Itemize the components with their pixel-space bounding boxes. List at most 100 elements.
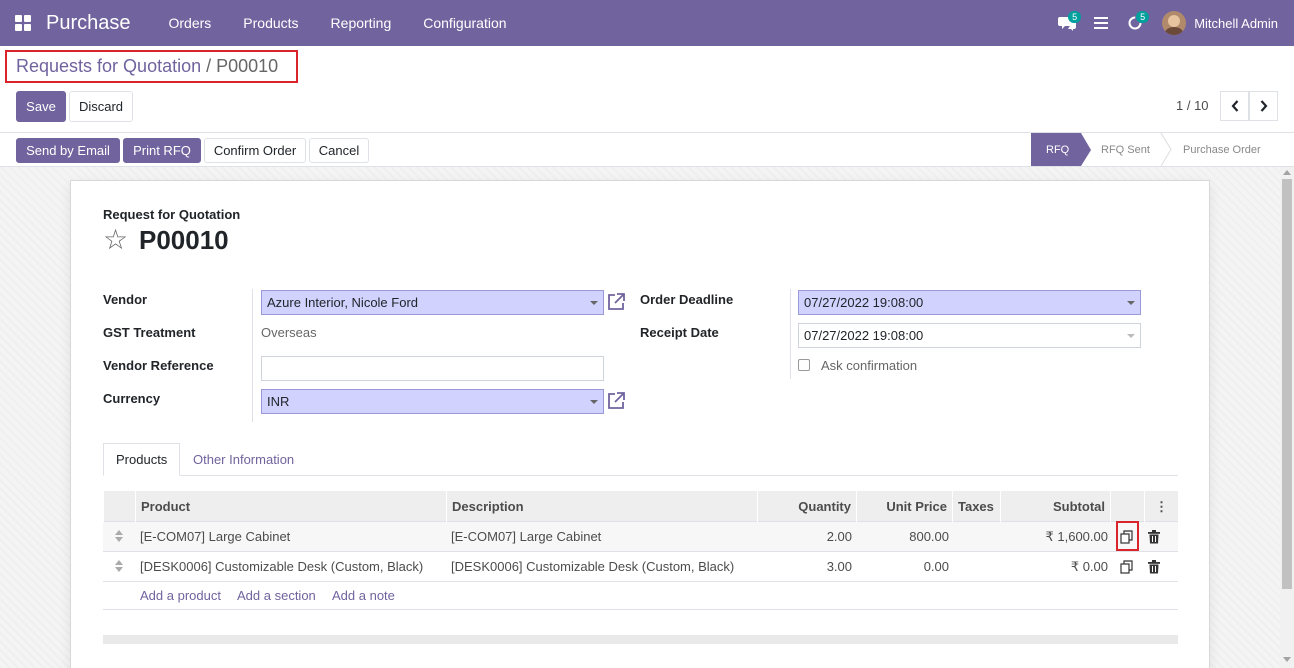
stage-rfq[interactable]: RFQ bbox=[1031, 133, 1091, 166]
vertical-scrollbar[interactable] bbox=[1280, 167, 1294, 668]
line-product[interactable]: [E-COM07] Large Cabinet bbox=[140, 522, 290, 552]
order-deadline-field[interactable]: 07/27/2022 19:08:00 bbox=[798, 290, 1141, 315]
messages-badge: 5 bbox=[1068, 11, 1082, 23]
save-button[interactable]: Save bbox=[16, 91, 66, 122]
pager-previous-button[interactable] bbox=[1220, 91, 1249, 121]
field-divider bbox=[790, 289, 791, 379]
line-subtotal: ₹ 0.00 bbox=[1070, 559, 1108, 574]
chevron-down-icon[interactable] bbox=[1127, 334, 1135, 338]
document-name: P00010 bbox=[139, 225, 229, 255]
line-quantity[interactable]: 2.00 bbox=[757, 522, 852, 552]
print-rfq-button[interactable]: Print RFQ bbox=[123, 138, 201, 163]
apps-menu-icon[interactable] bbox=[0, 0, 46, 46]
messages-icon[interactable]: 5 bbox=[1050, 0, 1084, 46]
send-by-email-button[interactable]: Send by Email bbox=[16, 138, 120, 163]
field-divider bbox=[252, 289, 253, 422]
vendor-field[interactable]: Azure Interior, Nicole Ford bbox=[261, 290, 604, 315]
ask-confirmation-checkbox[interactable] bbox=[798, 359, 810, 371]
ask-confirmation-label[interactable]: Ask confirmation bbox=[821, 358, 917, 373]
drag-handle-icon[interactable] bbox=[115, 530, 123, 544]
line-description[interactable]: [E-COM07] Large Cabinet bbox=[451, 522, 601, 552]
drag-handle-icon[interactable] bbox=[115, 560, 123, 574]
trash-icon[interactable] bbox=[1148, 560, 1160, 574]
list-icon[interactable] bbox=[1084, 0, 1118, 46]
vendor-label: Vendor bbox=[103, 292, 148, 307]
pager-next-button[interactable] bbox=[1249, 91, 1278, 121]
add-section-link[interactable]: Add a section bbox=[237, 582, 316, 609]
external-link-icon[interactable] bbox=[606, 292, 626, 312]
external-link-icon[interactable] bbox=[606, 391, 626, 411]
chevron-down-icon[interactable] bbox=[590, 400, 598, 404]
stage-separator-icon bbox=[1160, 133, 1172, 166]
pager-value[interactable]: 1 / 10 bbox=[1176, 98, 1209, 113]
column-quantity[interactable]: Quantity bbox=[757, 491, 856, 522]
discard-button[interactable]: Discard bbox=[69, 91, 133, 122]
form-sheet: Request for Quotation ☆ P00010 Vendor GS… bbox=[70, 180, 1210, 668]
cancel-button[interactable]: Cancel bbox=[309, 138, 369, 163]
gst-treatment-label: GST Treatment bbox=[103, 325, 196, 340]
notebook-tabs: Products Other Information bbox=[103, 443, 1178, 476]
line-description[interactable]: [DESK0006] Customizable Desk (Custom, Bl… bbox=[451, 552, 734, 582]
chevron-down-icon[interactable] bbox=[590, 301, 598, 305]
add-product-link[interactable]: Add a product bbox=[140, 582, 221, 609]
menu-configuration[interactable]: Configuration bbox=[407, 0, 522, 46]
confirm-order-button[interactable]: Confirm Order bbox=[204, 138, 306, 163]
vendor-reference-input[interactable] bbox=[261, 356, 604, 381]
line-product[interactable]: [DESK0006] Customizable Desk (Custom, Bl… bbox=[140, 552, 423, 582]
line-quantity[interactable]: 3.00 bbox=[757, 552, 852, 582]
add-line-row: Add a product Add a section Add a note bbox=[103, 582, 1178, 610]
column-options-icon[interactable]: ⋮ bbox=[1144, 491, 1178, 522]
receipt-date-value: 07/27/2022 19:08:00 bbox=[804, 328, 924, 343]
tab-products[interactable]: Products bbox=[103, 443, 181, 476]
copy-icon[interactable] bbox=[1120, 560, 1134, 574]
receipt-date-label: Receipt Date bbox=[640, 325, 719, 340]
currency-field[interactable]: INR bbox=[261, 389, 604, 414]
vendor-value: Azure Interior, Nicole Ford bbox=[267, 295, 419, 310]
column-product[interactable]: Product bbox=[135, 491, 446, 522]
menu-orders[interactable]: Orders bbox=[153, 0, 228, 46]
menu-products[interactable]: Products bbox=[227, 0, 314, 46]
app-name[interactable]: Purchase bbox=[46, 12, 131, 35]
scroll-thumb[interactable] bbox=[1282, 179, 1292, 589]
stage-rfq-sent[interactable]: RFQ Sent bbox=[1101, 133, 1150, 166]
vendor-reference-label: Vendor Reference bbox=[103, 358, 214, 373]
table-row[interactable]: [DESK0006] Customizable Desk (Custom, Bl… bbox=[103, 552, 1178, 582]
trash-icon[interactable] bbox=[1148, 530, 1160, 544]
tab-other-information[interactable]: Other Information bbox=[181, 443, 306, 476]
column-taxes[interactable]: Taxes bbox=[952, 491, 1000, 522]
line-unit-price[interactable]: 0.00 bbox=[856, 552, 949, 582]
breadcrumb-separator: / bbox=[206, 56, 212, 76]
table-footer-bar bbox=[103, 635, 1178, 644]
activities-icon[interactable]: 5 bbox=[1118, 0, 1152, 46]
breadcrumb-current: P00010 bbox=[216, 56, 279, 76]
column-unit-price[interactable]: Unit Price bbox=[856, 491, 952, 522]
breadcrumb-parent[interactable]: Requests for Quotation bbox=[16, 56, 201, 77]
column-description[interactable]: Description bbox=[446, 491, 757, 522]
star-icon[interactable]: ☆ bbox=[103, 225, 128, 255]
line-unit-price[interactable]: 800.00 bbox=[856, 522, 949, 552]
scroll-up-icon[interactable] bbox=[1283, 170, 1291, 175]
add-note-link[interactable]: Add a note bbox=[332, 582, 395, 609]
receipt-date-field[interactable]: 07/27/2022 19:08:00 bbox=[798, 323, 1141, 348]
line-subtotal: ₹ 1,600.00 bbox=[1045, 529, 1109, 544]
avatar bbox=[1162, 11, 1187, 35]
column-subtotal[interactable]: Subtotal bbox=[1000, 491, 1110, 522]
systray: 5 5 Mitchell Admin bbox=[1050, 0, 1294, 46]
user-menu[interactable]: Mitchell Admin bbox=[1152, 11, 1294, 35]
table-row[interactable]: [E-COM07] Large Cabinet [E-COM07] Large … bbox=[103, 522, 1178, 552]
currency-label: Currency bbox=[103, 391, 161, 406]
duplicate-highlight bbox=[1116, 521, 1139, 551]
top-navbar: Purchase Orders Products Reporting Confi… bbox=[0, 0, 1294, 46]
scroll-down-icon[interactable] bbox=[1283, 657, 1291, 662]
user-name: Mitchell Admin bbox=[1194, 15, 1278, 31]
chevron-down-icon[interactable] bbox=[1127, 301, 1135, 305]
stage-purchase-order[interactable]: Purchase Order bbox=[1183, 133, 1261, 166]
activities-badge: 5 bbox=[1136, 11, 1150, 23]
chevron-right-icon bbox=[1260, 100, 1267, 112]
order-deadline-label: Order Deadline bbox=[640, 292, 734, 307]
currency-value: INR bbox=[267, 394, 290, 409]
menu-reporting[interactable]: Reporting bbox=[315, 0, 408, 46]
table-header: Product Description Quantity Unit Price … bbox=[103, 491, 1178, 522]
order-deadline-value: 07/27/2022 19:08:00 bbox=[804, 295, 924, 310]
column-actions bbox=[1110, 491, 1144, 522]
